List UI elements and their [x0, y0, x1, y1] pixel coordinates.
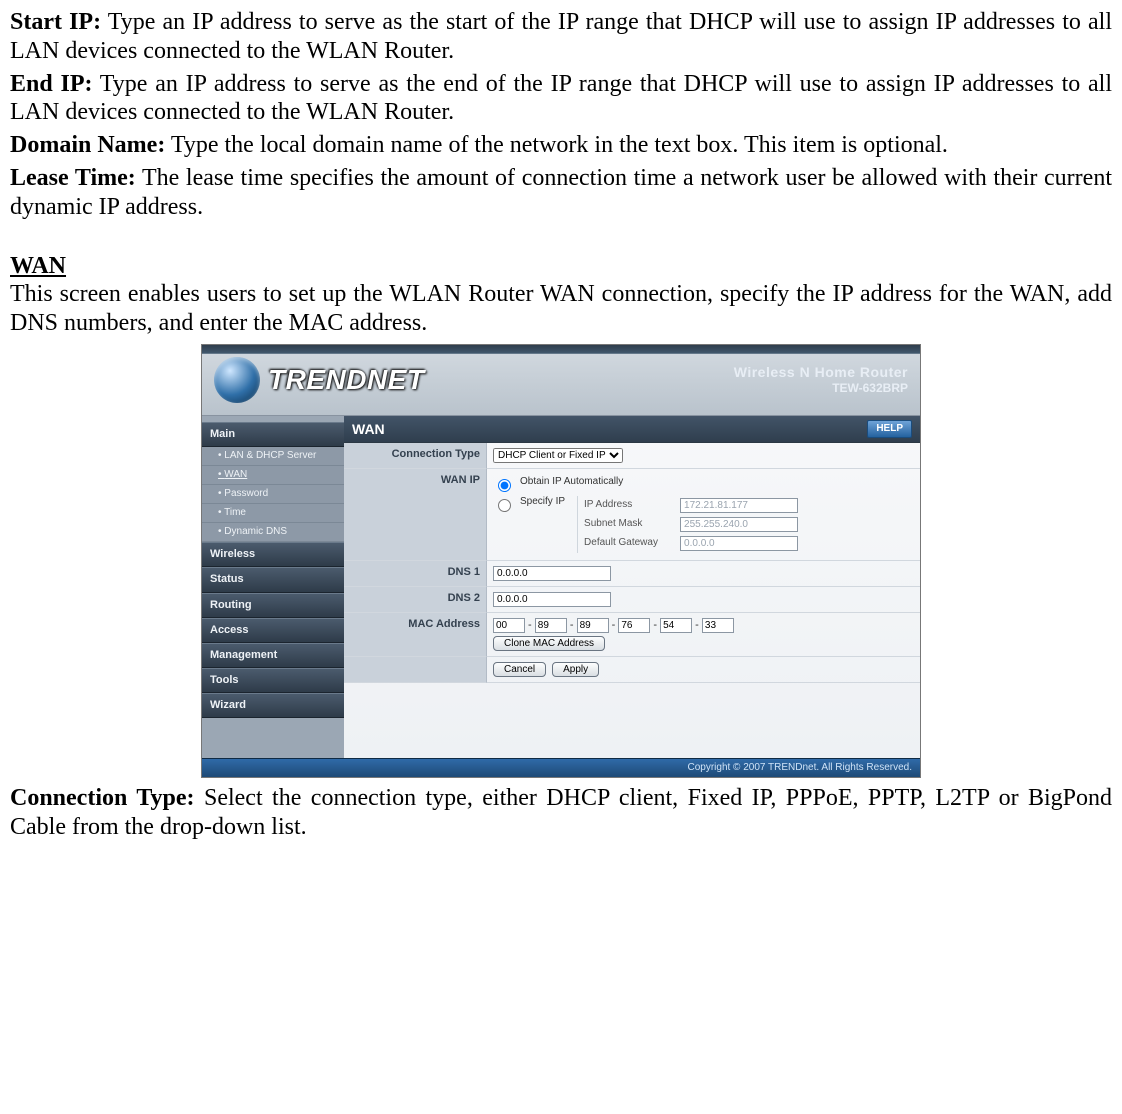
mac-0[interactable] — [493, 618, 525, 633]
mac-5[interactable] — [702, 618, 734, 633]
subnet-label: Subnet Mask — [584, 518, 674, 530]
para-domain: Domain Name: Type the local domain name … — [10, 131, 1112, 160]
mac-4[interactable] — [660, 618, 692, 633]
para-conn-type: Connection Type: Select the connection t… — [10, 784, 1112, 842]
nav-sub-time[interactable]: Time — [202, 504, 344, 523]
dns1-input[interactable] — [493, 566, 611, 581]
para-lease: Lease Time: The lease time specifies the… — [10, 164, 1112, 222]
text-start-ip: Type an IP address to serve as the start… — [10, 9, 1112, 64]
label-lease: Lease Time: — [10, 165, 136, 191]
nav-management[interactable]: Management — [202, 643, 344, 668]
nav-main[interactable]: Main — [202, 422, 344, 447]
mac-3[interactable] — [618, 618, 650, 633]
text-lease: The lease time specifies the amount of c… — [10, 165, 1112, 220]
para-start-ip: Start IP: Type an IP address to serve as… — [10, 8, 1112, 66]
panel-title: WAN — [352, 421, 385, 438]
globe-icon — [214, 357, 260, 403]
para-wan-intro: This screen enables users to set up the … — [10, 280, 1112, 338]
row-dns2-label: DNS 2 — [344, 587, 487, 613]
dns2-input[interactable] — [493, 592, 611, 607]
mac-2[interactable] — [577, 618, 609, 633]
nav-access[interactable]: Access — [202, 618, 344, 643]
gateway-label: Default Gateway — [584, 537, 674, 549]
product-title: Wireless N Home Router TEW-632BRP — [734, 364, 908, 395]
conn-type-select[interactable]: DHCP Client or Fixed IP — [493, 448, 623, 463]
nav-wizard[interactable]: Wizard — [202, 693, 344, 718]
row-dns1-label: DNS 1 — [344, 561, 487, 587]
obtain-label: Obtain IP Automatically — [520, 476, 623, 488]
clone-mac-button[interactable]: Clone MAC Address — [493, 636, 605, 651]
row-mac-label: MAC Address — [344, 613, 487, 657]
nav-sub-lan[interactable]: LAN & DHCP Server — [202, 447, 344, 466]
help-button[interactable]: HELP — [867, 420, 912, 438]
nav-tools[interactable]: Tools — [202, 668, 344, 693]
product-line2: TEW-632BRP — [734, 381, 908, 395]
nav-wireless[interactable]: Wireless — [202, 542, 344, 567]
product-line1: Wireless N Home Router — [734, 364, 908, 381]
nav-routing[interactable]: Routing — [202, 593, 344, 618]
apply-button[interactable]: Apply — [552, 662, 599, 677]
nav-status[interactable]: Status — [202, 567, 344, 592]
text-domain: Type the local domain name of the networ… — [165, 132, 948, 158]
label-domain: Domain Name: — [10, 132, 165, 158]
specify-label: Specify IP — [520, 496, 565, 508]
row-conn-type-label: Connection Type — [344, 443, 487, 469]
cancel-button[interactable]: Cancel — [493, 662, 546, 677]
label-end-ip: End IP: — [10, 71, 92, 97]
config-table: Connection Type DHCP Client or Fixed IP … — [344, 443, 920, 683]
sidebar-nav: Main LAN & DHCP Server WAN Password Time… — [202, 416, 344, 759]
radio-specify[interactable] — [498, 499, 511, 512]
gateway-input[interactable] — [680, 536, 798, 551]
router-header: TRENDNET Wireless N Home Router TEW-632B… — [202, 345, 920, 415]
main-panel: WAN HELP Connection Type DHCP Client or … — [344, 416, 920, 759]
text-end-ip: Type an IP address to serve as the end o… — [10, 71, 1112, 126]
nav-sub-wan[interactable]: WAN — [202, 466, 344, 485]
nav-sub-ddns[interactable]: Dynamic DNS — [202, 523, 344, 542]
heading-wan: WAN — [10, 252, 1112, 281]
para-end-ip: End IP: Type an IP address to serve as t… — [10, 70, 1112, 128]
label-conn-type: Connection Type: — [10, 785, 195, 811]
brand-text: TRENDNET — [268, 363, 424, 397]
row-actions-label — [344, 657, 487, 683]
router-screenshot: TRENDNET Wireless N Home Router TEW-632B… — [201, 344, 921, 779]
row-wanip-label: WAN IP — [344, 469, 487, 561]
brand-block: TRENDNET — [214, 357, 424, 403]
nav-sub-password[interactable]: Password — [202, 485, 344, 504]
subnet-input[interactable] — [680, 517, 798, 532]
radio-obtain[interactable] — [498, 479, 511, 492]
panel-header: WAN HELP — [344, 416, 920, 443]
ip-address-label: IP Address — [584, 499, 674, 511]
router-footer: Copyright © 2007 TRENDnet. All Rights Re… — [202, 758, 920, 777]
ip-address-input[interactable] — [680, 498, 798, 513]
label-start-ip: Start IP: — [10, 9, 101, 35]
mac-1[interactable] — [535, 618, 567, 633]
